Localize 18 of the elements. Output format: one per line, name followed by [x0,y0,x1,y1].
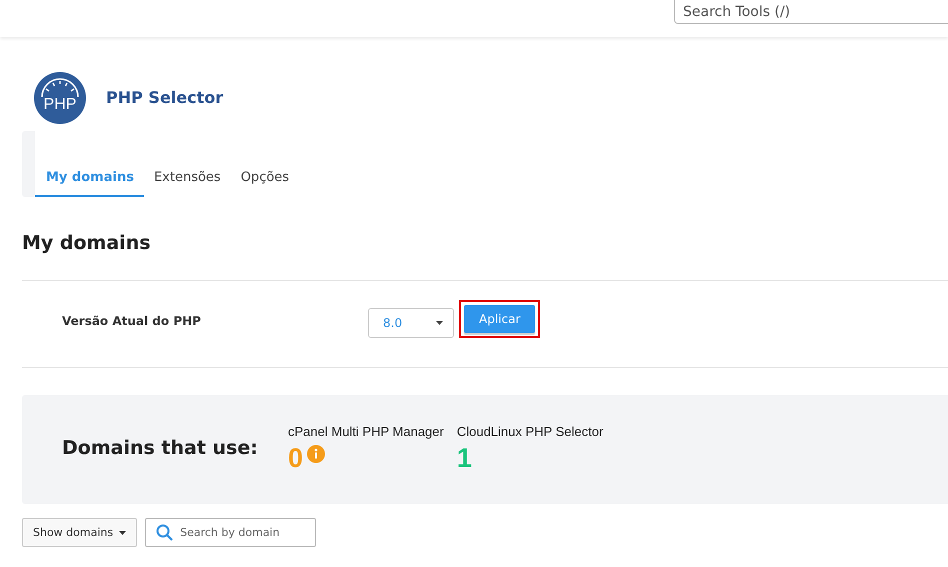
gauge-logo-icon: PHP [34,72,86,124]
counter-label: cPanel Multi PHP Manager [288,424,444,439]
caret-icon [436,321,443,325]
domain-search-field[interactable]: Search by domain [145,518,316,547]
tab[interactable]: Opções [230,170,300,197]
app-title: PHP Selector [106,88,224,107]
field-label: Versão Atual do PHP [62,314,202,328]
count-value: 0 [288,443,304,474]
panel-title: Domains that use: [62,437,259,459]
section-title: My domains [22,232,152,254]
count-value: 1 [456,443,472,474]
counter-label: CloudLinux PHP Selector [456,424,604,439]
search-icon [156,524,174,541]
tab[interactable]: Extensões [144,170,231,197]
search-field[interactable]: Search Tools (/) [674,0,948,24]
caret-icon [119,530,126,534]
info-icon[interactable] [307,445,326,463]
show-domains-button[interactable]: Show domains [22,518,138,547]
